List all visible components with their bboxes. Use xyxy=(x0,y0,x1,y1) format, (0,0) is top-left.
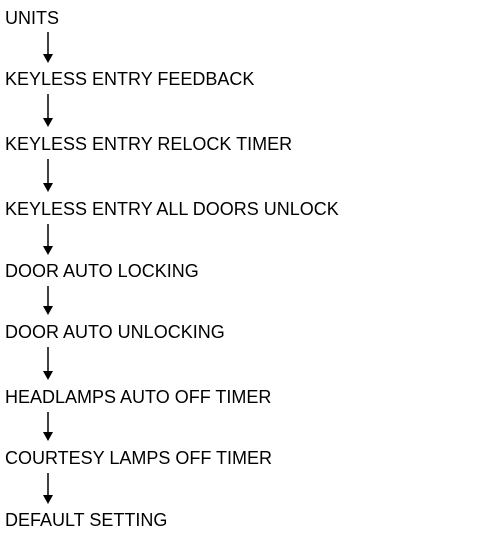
down-arrow-icon xyxy=(41,94,55,128)
step-default-setting: DEFAULT SETTING xyxy=(5,510,168,530)
step-keyless-entry-all-doors-unlock: KEYLESS ENTRY ALL DOORS UNLOCK xyxy=(5,199,339,219)
down-arrow-icon xyxy=(41,473,55,505)
step-keyless-entry-relock-timer: KEYLESS ENTRY RELOCK TIMER xyxy=(5,134,293,154)
down-arrow-icon xyxy=(41,412,55,442)
down-arrow-icon xyxy=(41,32,55,64)
step-courtesy-lamps-off-timer: COURTESY LAMPS OFF TIMER xyxy=(5,448,273,468)
settings-flowchart: UNITS KEYLESS ENTRY FEEDBACK KEYLESS ENT… xyxy=(0,0,479,540)
step-keyless-entry-feedback: KEYLESS ENTRY FEEDBACK xyxy=(5,69,255,89)
down-arrow-icon xyxy=(41,347,55,381)
down-arrow-icon xyxy=(41,224,55,256)
step-headlamps-auto-off-timer: HEADLAMPS AUTO OFF TIMER xyxy=(5,387,272,407)
step-door-auto-locking: DOOR AUTO LOCKING xyxy=(5,261,199,281)
down-arrow-icon xyxy=(41,159,55,193)
down-arrow-icon xyxy=(41,286,55,316)
step-door-auto-unlocking: DOOR AUTO UNLOCKING xyxy=(5,322,225,342)
step-units: UNITS xyxy=(5,8,59,28)
